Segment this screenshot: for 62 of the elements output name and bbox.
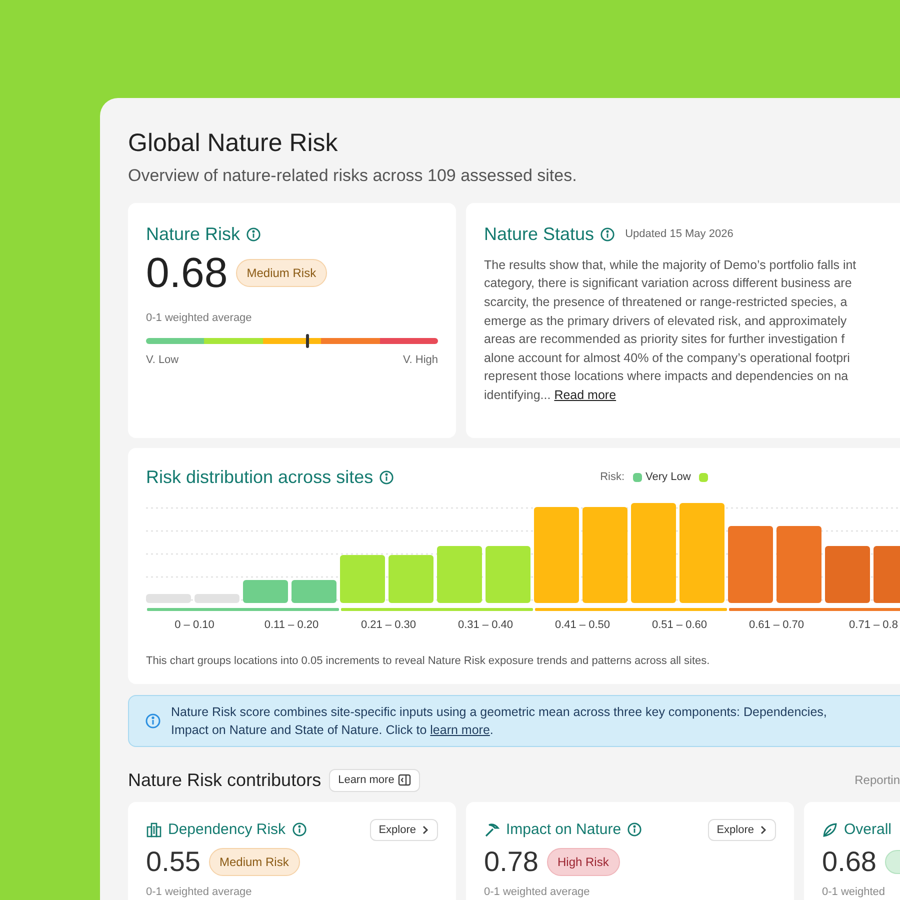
axis-label: 0.51 – 0.60	[652, 618, 708, 633]
histogram-bar	[243, 580, 288, 603]
card-title: Nature Risk	[146, 222, 240, 246]
axis-label: 0.21 – 0.30	[360, 618, 416, 633]
histogram-bar	[874, 546, 900, 603]
scale-label: V. High	[402, 353, 438, 368]
chevron-right-icon	[422, 824, 429, 835]
axis-label: 0 – 0.10	[174, 618, 214, 633]
histogram-bar	[340, 554, 385, 603]
card-title: Nature Status	[484, 222, 594, 246]
side-panel-icon	[398, 774, 412, 786]
page-title: Global Nature Risk	[128, 128, 339, 159]
card-title: Impact on Nature	[506, 820, 622, 840]
learn-more-button[interactable]: Learn more	[329, 769, 420, 792]
axis-label: 0.61 – 0.70	[748, 618, 804, 633]
histogram-bar	[388, 554, 434, 603]
axis-label: 0.71 – 0.8	[849, 618, 898, 633]
card-title: Dependency Risk	[168, 820, 286, 840]
reporting-label: Reportin	[854, 772, 900, 790]
info-icon	[379, 470, 394, 485]
status-paragraph: The results show that, while the majority of Demo’s portfolio falls int category, there is significant variation across different business are scarcity, the presence of threatened or range-restricted species, a emerge as the primary drivers of elevated risk, and approximately areas are recommended as priority sites for further investigation f alone account for almost 40% of the company’s operational footpri represent those locations where impacts and dependencies on na identifying... Read more	[484, 256, 858, 404]
histogram-bar	[437, 546, 482, 603]
info-icon	[600, 226, 616, 242]
axis-label: 0.11 – 0.20	[264, 618, 319, 633]
info-icon	[145, 712, 161, 729]
risk-badge: High Risk	[546, 848, 620, 876]
section-title: Nature Risk contributors	[128, 768, 322, 792]
scale-label: V. Low	[146, 353, 179, 368]
leaf-icon	[822, 822, 838, 838]
risk-score: 0.68	[146, 252, 228, 294]
legend-text: Very Low	[646, 470, 691, 485]
card-title: Overall	[844, 820, 892, 840]
risk-badge: Medium Risk	[236, 258, 328, 287]
histogram-bar	[825, 546, 870, 603]
info-icon	[246, 226, 262, 242]
risk-score: 0.55	[146, 848, 200, 876]
legend-label: Risk:	[600, 470, 625, 485]
page-subtitle: Overview of nature-related risks across 109 assessed sites.	[128, 165, 578, 188]
chevron-right-icon	[760, 824, 767, 835]
info-text: Nature Risk score combines site-specific inputs using a geometric mean across three key components: Dependencies, Impact on Nature and State of Nature. Click to learn more.	[171, 704, 828, 739]
info-icon	[627, 822, 642, 838]
caption: 0-1 weighted	[822, 884, 886, 900]
updated-date: Updated 15 May 2026	[625, 227, 734, 242]
histogram-bar	[292, 580, 336, 603]
risk-score: 0.78	[484, 848, 538, 876]
chart-note: This chart groups locations into 0.05 increments to reveal Nature Risk exposure trends and patterns across all sites.	[146, 654, 711, 670]
explore-button[interactable]: Explore	[708, 818, 776, 841]
read-more-link[interactable]: Read more	[554, 388, 616, 402]
pickaxe-icon	[484, 822, 500, 838]
risk-badge: Medium Risk	[208, 848, 300, 876]
info-icon	[292, 822, 307, 838]
axis-label: 0.41 – 0.50	[554, 618, 610, 633]
axis-label: 0.31 – 0.40	[458, 618, 514, 633]
histogram-bar	[486, 546, 530, 603]
risk-score: 0.68	[822, 848, 876, 876]
caption: 0-1 weighted average	[484, 884, 591, 900]
caption: 0-1 weighted average	[146, 310, 253, 326]
card-title: Risk distribution across sites	[146, 466, 374, 489]
caption: 0-1 weighted average	[146, 884, 253, 900]
building-icon	[146, 822, 162, 838]
explore-button[interactable]: Explore	[370, 818, 438, 841]
learn-more-link[interactable]: learn more	[430, 722, 490, 737]
